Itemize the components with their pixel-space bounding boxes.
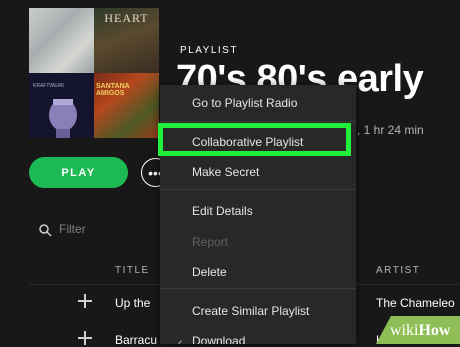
cover-tile-3: KRAFTWERK <box>29 73 94 138</box>
cover-tile-4: SANTANA AMIGOS <box>94 73 159 138</box>
menu-divider <box>160 189 356 190</box>
track-title[interactable]: Barracu <box>115 333 157 347</box>
menu-divider <box>160 121 356 122</box>
watermark-prefix: wiki <box>390 322 419 339</box>
menu-item-download[interactable]: Download <box>192 334 245 344</box>
highlight-box <box>158 123 351 156</box>
menu-divider <box>160 288 356 289</box>
menu-item-make-secret[interactable]: Make Secret <box>192 165 259 179</box>
menu-item-report: Report <box>192 235 229 249</box>
column-header-artist[interactable]: ARTIST <box>376 265 420 276</box>
menu-item-edit-details[interactable]: Edit Details <box>192 204 253 218</box>
search-icon <box>39 224 52 237</box>
menu-item-playlist-radio[interactable]: Go to Playlist Radio <box>192 96 297 110</box>
add-track-icon[interactable] <box>78 294 92 308</box>
menu-item-create-similar[interactable]: Create Similar Playlist <box>192 304 309 318</box>
cover-text: HEART <box>104 11 149 25</box>
watermark-suffix: How <box>418 322 451 339</box>
filter-input[interactable] <box>59 222 149 236</box>
check-icon: ✓ <box>174 337 185 344</box>
playlist-type-label: PLAYLIST <box>180 45 238 56</box>
add-track-icon[interactable] <box>78 331 92 345</box>
play-button[interactable]: PLAY <box>29 157 128 188</box>
track-artist[interactable]: The Chameleo <box>376 296 455 310</box>
menu-item-delete[interactable]: Delete <box>192 265 227 279</box>
cover-tile-2: HEART <box>94 8 159 73</box>
column-header-title[interactable]: TITLE <box>115 265 150 276</box>
cover-text: SANTANA AMIGOS <box>96 83 130 97</box>
cover-tile-1 <box>29 8 94 73</box>
playlist-duration: , 1 hr 24 min <box>357 123 424 137</box>
playlist-cover: HEART KRAFTWERK SANTANA AMIGOS <box>29 8 159 138</box>
track-title[interactable]: Up the <box>115 296 150 310</box>
watermark-logo: wikiHow <box>390 322 450 340</box>
